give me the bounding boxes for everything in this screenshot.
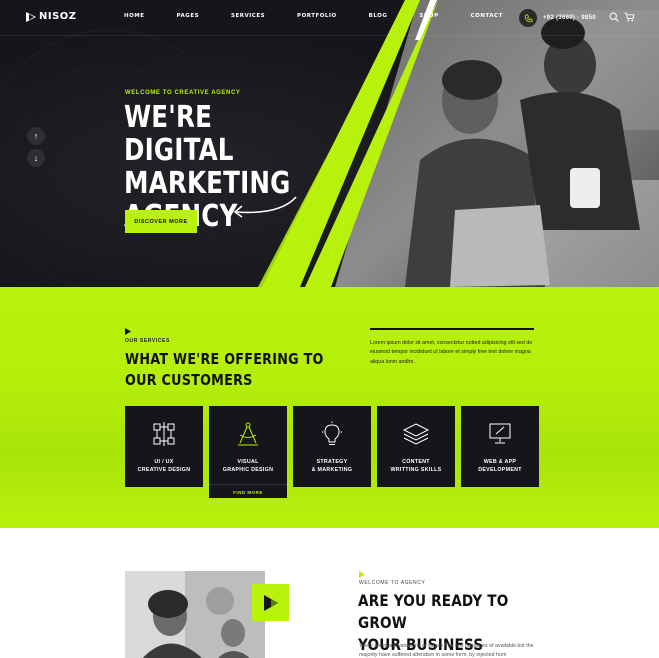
services-title: WHAT WE'RE OFFERING TO OUR CUSTOMERS — [125, 349, 346, 391]
service-cards: UI / UX CREATIVE DESIGN VISUAL GRAPHIC D… — [125, 406, 539, 498]
top-navbar: NISOZ HOME PAGES SERVICES PORTFOLIO BLOG… — [0, 0, 659, 36]
about-eyebrow: WELCOME TO AGENCY — [359, 580, 426, 586]
slider-next-button[interactable]: ↓ — [27, 149, 45, 167]
services-divider — [370, 328, 534, 330]
lightbulb-icon — [318, 420, 346, 448]
brand-logo[interactable]: NISOZ — [26, 11, 77, 22]
nav-item-contact[interactable]: CONTACT — [471, 13, 503, 19]
service-card-label: CONTENT WRITTING SKILLS — [390, 459, 442, 473]
brand-name: NISOZ — [39, 11, 77, 22]
find-more-link[interactable]: FIND MORE — [209, 484, 287, 495]
hero-photo — [0, 0, 659, 287]
section-mark-icon — [125, 328, 131, 335]
arrow-down-icon: ↓ — [33, 153, 39, 163]
service-card-graphic[interactable]: VISUAL GRAPHIC DESIGN FIND MORE — [209, 406, 287, 498]
nav-item-portfolio[interactable]: PORTFOLIO — [297, 13, 337, 19]
service-card-web[interactable]: WEB & APP DEVELOPMENT — [461, 406, 539, 487]
service-card-ux[interactable]: UI / UX CREATIVE DESIGN — [125, 406, 203, 487]
video-play-button[interactable] — [252, 584, 289, 621]
service-card-label: WEB & APP DEVELOPMENT — [478, 459, 522, 473]
hero-section: NISOZ HOME PAGES SERVICES PORTFOLIO BLOG… — [0, 0, 659, 287]
services-title-line2: OUR CUSTOMERS — [125, 371, 253, 389]
discover-more-button[interactable]: DISCOVER MORE — [125, 210, 197, 233]
hero-eyebrow: WELCOME TO CREATIVE AGENCY — [125, 90, 241, 96]
services-description: Lorem ipsum dolor sit amet, consectetur … — [370, 340, 533, 365]
slider-prev-button[interactable]: ↑ — [27, 127, 45, 145]
logo-mark-icon — [26, 11, 36, 22]
about-title-line1: ARE YOU READY TO GROW — [358, 591, 509, 632]
monitor-icon — [486, 420, 514, 448]
nav-item-shop[interactable]: SHOP — [419, 13, 438, 19]
section-mark-icon — [359, 571, 365, 578]
ux-flow-icon — [150, 420, 178, 448]
service-card-label: VISUAL GRAPHIC DESIGN — [222, 459, 274, 473]
nav-item-home[interactable]: HOME — [124, 13, 145, 19]
compass-icon — [234, 420, 262, 448]
about-description: There are many variations of simply free… — [359, 643, 534, 658]
nav-item-services[interactable]: SERVICES — [231, 13, 265, 19]
nav-item-pages[interactable]: PAGES — [177, 13, 200, 19]
layers-icon — [402, 420, 430, 448]
service-card-label: UI / UX CREATIVE DESIGN — [137, 459, 191, 473]
services-section: OUR SERVICES WHAT WE'RE OFFERING TO OUR … — [0, 287, 659, 528]
phone-contact[interactable]: +92 (3680) - 9850 — [519, 9, 596, 27]
service-card-label: STRATEGY & MARKETING — [311, 459, 353, 473]
phone-number: +92 (3680) - 9850 — [543, 15, 596, 21]
service-card-strategy[interactable]: STRATEGY & MARKETING — [293, 406, 371, 487]
service-card-content[interactable]: CONTENT WRITTING SKILLS — [377, 406, 455, 487]
services-title-line1: WHAT WE'RE OFFERING TO — [125, 350, 324, 368]
team-photo — [125, 571, 265, 658]
cart-icon[interactable] — [624, 12, 635, 22]
main-menu: HOME PAGES SERVICES PORTFOLIO BLOG SHOP … — [124, 13, 535, 19]
about-section: WELCOME TO AGENCY ARE YOU READY TO GROW … — [0, 528, 659, 658]
phone-icon — [519, 9, 537, 27]
search-icon[interactable] — [609, 12, 619, 22]
arrow-up-icon: ↑ — [33, 131, 39, 141]
curved-arrow-icon — [233, 196, 297, 218]
play-icon — [263, 594, 278, 611]
services-eyebrow: OUR SERVICES — [125, 338, 170, 344]
nav-item-blog[interactable]: BLOG — [369, 13, 388, 19]
